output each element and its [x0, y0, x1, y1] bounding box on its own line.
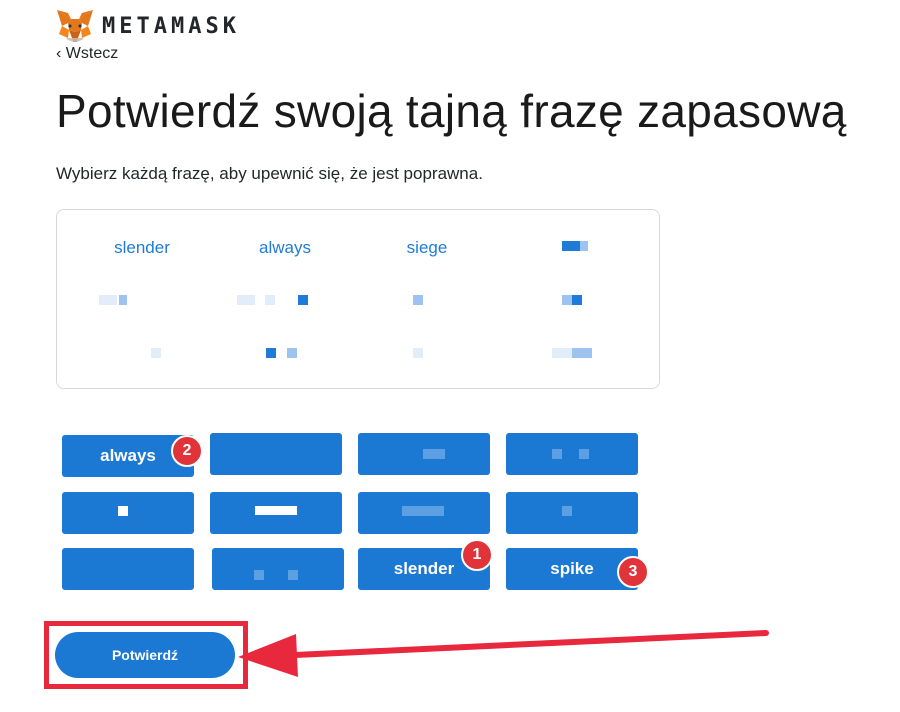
annotation-arrow-icon: [238, 630, 769, 677]
